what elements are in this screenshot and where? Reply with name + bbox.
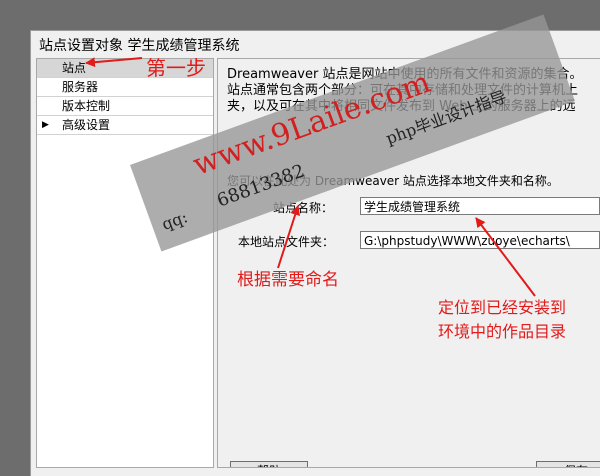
save-button[interactable]: 保存 [536,461,600,467]
sidebar-item-label: 版本控制 [62,99,111,113]
help-button[interactable]: 帮助 [230,461,308,467]
sidebar-item-label: 服务器 [62,80,99,94]
expand-arrow-icon[interactable]: ▶ [42,116,49,135]
watermark-qq-label: qq: [159,207,191,234]
sidebar-item-label: 高级设置 [62,118,111,132]
folder-hint-line: 环境中的作品目录 [438,322,567,341]
category-sidebar: 站点 服务器 版本控制 ▶ 高级设置 [36,58,214,468]
sidebar-item-label: 站点 [62,61,87,75]
step-one-annotation: 第一步 [146,56,206,80]
folder-hint-line: 定位到已经安装到 [438,298,567,317]
folder-hint-annotation: 定位到已经安装到 环境中的作品目录 [438,296,566,344]
local-folder-input[interactable]: G:\phpstudy\WWW\zuoye\echarts\ [360,231,600,249]
site-name-input[interactable]: 学生成绩管理系统 [360,197,600,215]
dialog-title: 站点设置对象 学生成绩管理系统 [39,38,240,54]
sidebar-item-version-control[interactable]: 版本控制 [37,97,213,116]
local-folder-label: 本地站点文件夹： [238,235,335,249]
sidebar-item-advanced-settings[interactable]: ▶ 高级设置 [37,116,213,135]
name-hint-annotation: 根据需要命名 [237,270,339,290]
